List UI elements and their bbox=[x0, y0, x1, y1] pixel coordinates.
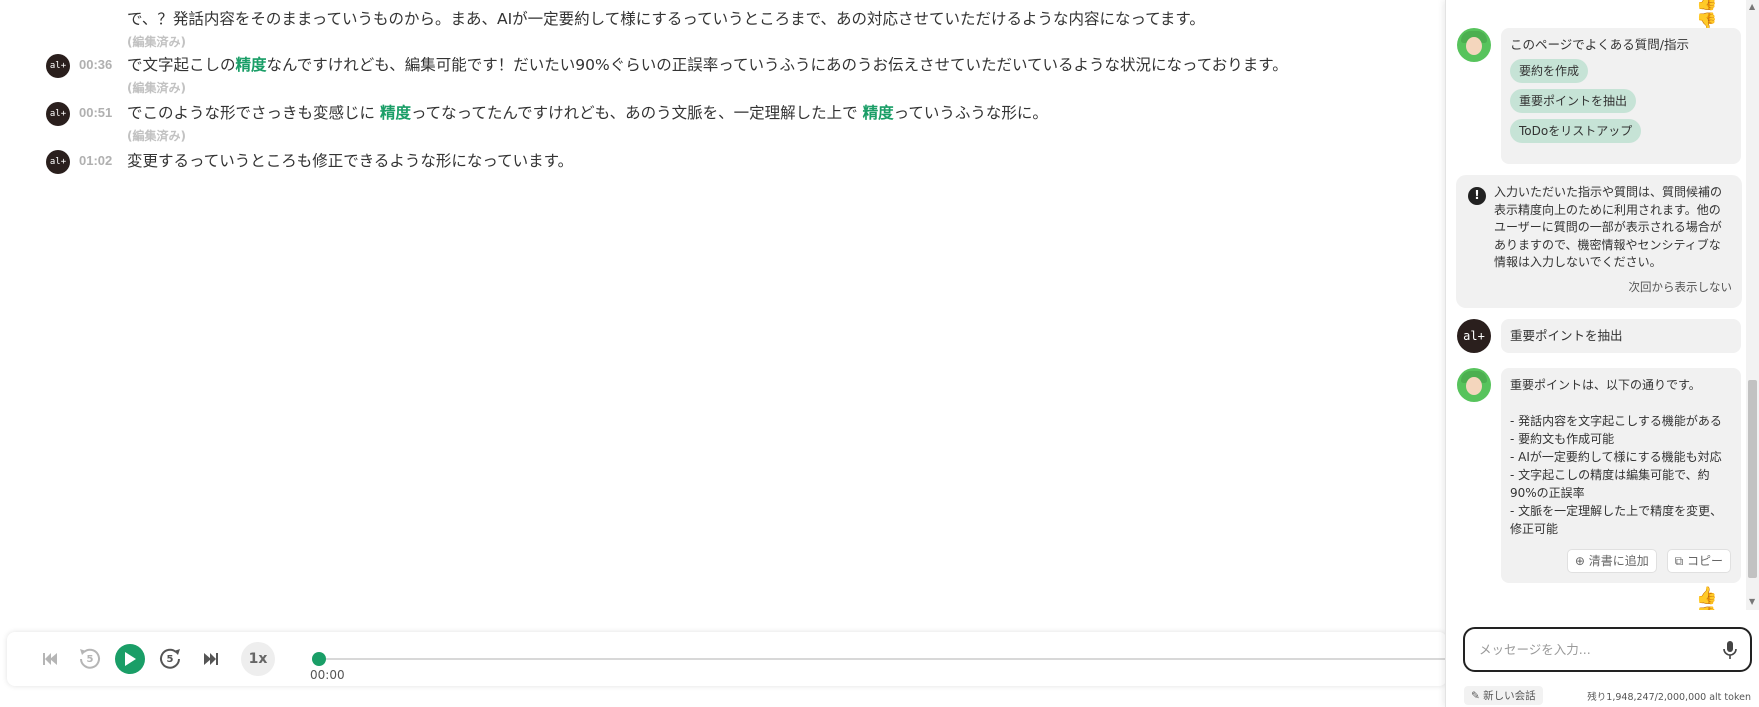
token-remaining: 残り1,948,247/2,000,000 alt token bbox=[1587, 692, 1751, 703]
answer-point: - 発話内容を文字起こしする機能がある bbox=[1510, 414, 1722, 428]
answer-point: - 文字起こしの精度は編集可能で、約90%の正誤率 bbox=[1510, 468, 1710, 500]
skip-next-icon bbox=[204, 653, 218, 665]
answer-intro: 重要ポイントは、以下の通りです。 bbox=[1510, 378, 1701, 392]
answer-spacer bbox=[1510, 394, 1732, 412]
avatar-face bbox=[1466, 37, 1482, 55]
segment-text[interactable]: でこのような形でさっきも変感じに 精度ってなってたんですけれども、あのう文脈を、… bbox=[127, 102, 1048, 124]
assistant-answer: 重要ポイントは、以下の通りです。 - 発話内容を文字起こしする機能がある - 要… bbox=[1501, 368, 1741, 583]
user-message: 重要ポイントを抽出 bbox=[1501, 319, 1741, 353]
rewind-seconds: 5 bbox=[86, 653, 94, 665]
highlight-keyword: 精度 bbox=[862, 104, 894, 122]
alert-icon: ! bbox=[1468, 187, 1486, 205]
chip-row: 要約を作成 bbox=[1510, 54, 1732, 84]
edited-label: (編集済み) bbox=[127, 129, 186, 143]
segment-text[interactable]: で文字起こしの精度なんですけれども、編集可能です！だいたい90%ぐらいの正誤率っ… bbox=[127, 54, 1288, 76]
user-avatar: al+ bbox=[1457, 319, 1491, 353]
chat-messages[interactable]: 👍👎 このページでよくある質問/指示 要約を作成 重要ポイントを抽出 ToDoを… bbox=[1446, 0, 1746, 610]
thumbs-up-icon[interactable]: 👍 bbox=[1696, 586, 1717, 606]
skip-next-button[interactable] bbox=[196, 644, 226, 674]
edited-label: (編集済み) bbox=[127, 81, 186, 95]
speaker-avatar: al+ bbox=[46, 54, 70, 78]
text-part: でこのような形でさっきも変感じに bbox=[127, 104, 380, 122]
current-time: 00:00 bbox=[310, 668, 345, 682]
dont-show-again-link[interactable]: 次回から表示しない bbox=[1629, 279, 1733, 297]
faq-bubble: このページでよくある質問/指示 要約を作成 重要ポイントを抽出 ToDoをリスト… bbox=[1501, 28, 1741, 164]
chip-todo[interactable]: ToDoをリストアップ bbox=[1510, 119, 1642, 143]
message-input[interactable] bbox=[1479, 639, 1709, 659]
chip-row: 重要ポイントを抽出 bbox=[1510, 84, 1732, 114]
privacy-notice: ! 入力いただいた指示や質問は、質問候補の表示精度向上のために利用されます。他の… bbox=[1456, 175, 1742, 308]
add-label: 清書に追加 bbox=[1588, 554, 1649, 568]
segment-text[interactable]: で、？発話内容をそのままっていうものから。まあ、AIが一定要約して様にするってい… bbox=[127, 8, 1205, 30]
message-composer bbox=[1463, 627, 1752, 672]
assistant-avatar bbox=[1457, 368, 1491, 402]
progress-track[interactable] bbox=[318, 658, 1447, 660]
scrollbar-thumb[interactable] bbox=[1748, 380, 1757, 578]
copy-button[interactable]: ⧉ コピー bbox=[1666, 549, 1731, 573]
segment-text[interactable]: 変更するっていうところも修正できるような形になっています。 bbox=[127, 150, 573, 172]
chip-summary[interactable]: 要約を作成 bbox=[1510, 59, 1589, 83]
copy-label: コピー bbox=[1686, 554, 1723, 568]
segment-timestamp[interactable]: 00:51 bbox=[79, 105, 112, 120]
skip-previous-icon bbox=[43, 653, 57, 665]
answer-point: - 文脈を一定理解した上で精度を変更、修正可能 bbox=[1510, 504, 1723, 536]
speaker-avatar: al+ bbox=[46, 102, 70, 126]
answer-point: - 要約文も作成可能 bbox=[1510, 432, 1615, 446]
add-icon: ⊕ bbox=[1574, 554, 1585, 568]
answer-point: - AIが一定要約して様にする機能も対応 bbox=[1510, 450, 1722, 464]
skip-previous-button[interactable] bbox=[35, 644, 65, 674]
segment-timestamp[interactable]: 00:36 bbox=[79, 57, 112, 72]
playback-speed-button[interactable]: 1x bbox=[241, 642, 275, 676]
text-part: っていうふうな形に。 bbox=[893, 104, 1048, 122]
edit-icon: ✎ bbox=[1471, 690, 1480, 702]
new-chat-label: 新しい会話 bbox=[1483, 690, 1536, 702]
thumbs-up-icon[interactable]: 👍 bbox=[1696, 0, 1717, 12]
thumbs-down-icon[interactable]: 👎 bbox=[1696, 606, 1717, 610]
new-chat-button[interactable]: ✎ 新しい会話 bbox=[1464, 686, 1543, 705]
feedback-buttons: 👍👎 bbox=[1686, 586, 1746, 610]
avatar-face bbox=[1466, 377, 1482, 395]
text-part: で文字起こしの bbox=[127, 56, 236, 74]
answer-actions: ⊕ 清書に追加 ⧉ コピー bbox=[1561, 549, 1731, 573]
chat-scrollbar[interactable]: ▲ ▼ bbox=[1746, 0, 1759, 610]
edited-label: (編集済み) bbox=[127, 35, 186, 49]
transcript-panel: で、？発話内容をそのままっていうものから。まあ、AIが一定要約して様にするってい… bbox=[0, 0, 1445, 630]
copy-icon: ⧉ bbox=[1674, 554, 1684, 568]
scroll-up-icon[interactable]: ▲ bbox=[1749, 2, 1755, 11]
add-to-draft-button[interactable]: ⊕ 清書に追加 bbox=[1566, 549, 1657, 573]
progress-handle[interactable] bbox=[312, 652, 326, 666]
assistant-avatar bbox=[1457, 28, 1491, 62]
chip-row: ToDoをリストアップ bbox=[1510, 114, 1732, 144]
segment-timestamp[interactable]: 01:02 bbox=[79, 153, 112, 168]
notice-text: 入力いただいた指示や質問は、質問候補の表示精度向上のために利用されます。他のユー… bbox=[1494, 185, 1723, 269]
text-part: ってなってたんですけれども、あのう文脈を、一定理解した上で bbox=[410, 104, 863, 122]
play-icon bbox=[125, 652, 136, 666]
scroll-down-icon[interactable]: ▼ bbox=[1749, 597, 1755, 606]
audio-player: 5 5 1x 00:00 bbox=[7, 632, 1447, 686]
forward-5-button[interactable]: 5 bbox=[155, 644, 185, 674]
chat-panel: 👍👎 このページでよくある質問/指示 要約を作成 重要ポイントを抽出 ToDoを… bbox=[1445, 0, 1759, 707]
rewind-5-button[interactable]: 5 bbox=[75, 644, 105, 674]
text-part: なんですけれども、編集可能です！だいたい90%ぐらいの正誤率っていうふうにあのう… bbox=[266, 56, 1288, 74]
mic-icon[interactable] bbox=[1722, 640, 1738, 660]
chip-key-points[interactable]: 重要ポイントを抽出 bbox=[1510, 89, 1637, 113]
highlight-keyword: 精度 bbox=[235, 56, 267, 74]
speaker-avatar: al+ bbox=[46, 150, 70, 174]
highlight-keyword: 精度 bbox=[379, 104, 411, 122]
forward-seconds: 5 bbox=[166, 653, 174, 665]
faq-title: このページでよくある質問/指示 bbox=[1510, 37, 1689, 52]
play-button[interactable] bbox=[115, 644, 145, 674]
